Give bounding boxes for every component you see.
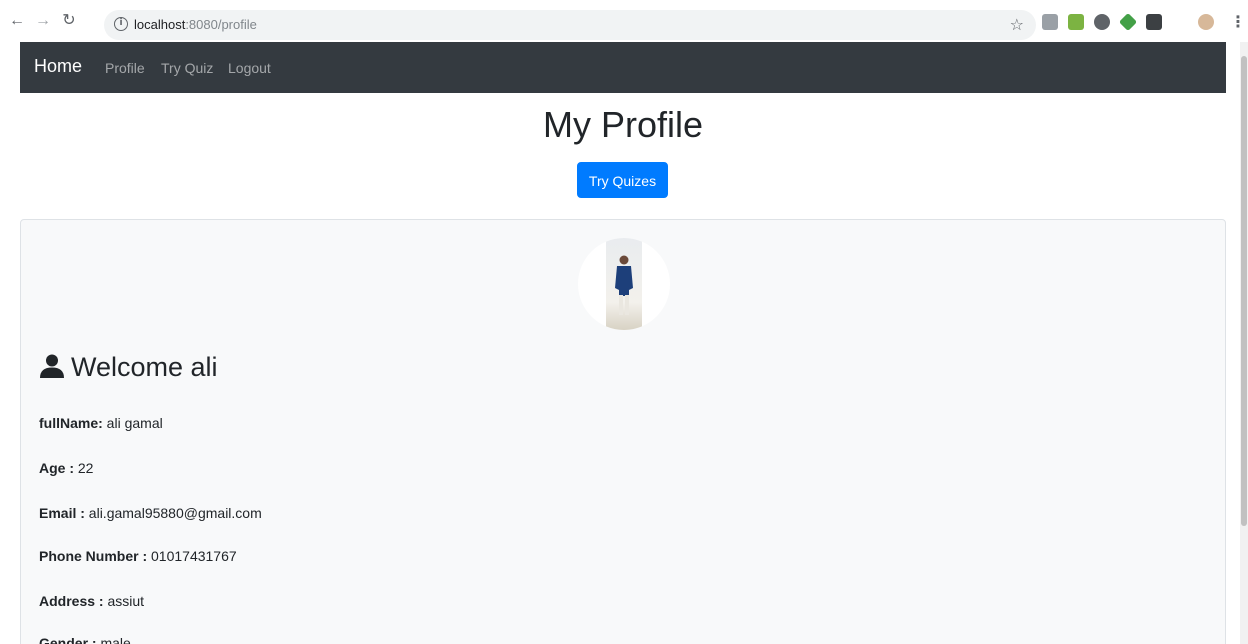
page-viewport: Home Profile Try Quiz Logout My Profile … [0,42,1240,644]
scrollbar-thumb[interactable] [1241,56,1247,526]
profile-photo [578,238,670,330]
try-quizes-button[interactable]: Try Quizes [577,162,668,198]
diamond-extension-icon[interactable] [1118,12,1138,32]
welcome-heading: Welcome ali [39,352,218,383]
reload-icon[interactable]: ↻ [60,12,78,30]
field-value: ali gamal [102,415,163,431]
welcome-text: Welcome ali [71,352,218,382]
field-fullname: fullName: ali gamal [39,415,163,431]
download-extension-icon[interactable] [1068,14,1084,30]
page-scrollbar[interactable] [1240,42,1248,644]
url-host: localhost [134,17,186,32]
field-label: Age : [39,460,74,476]
field-label: fullName: [39,415,103,431]
field-gender: Gender : male [39,635,131,644]
url-path: :8080/profile [185,17,257,32]
profile-card: Welcome ali fullName: ali gamal Age : 22… [20,219,1226,644]
nav-link-profile[interactable]: Profile [105,60,145,76]
info-icon[interactable]: i [114,17,128,31]
top-navbar: Home Profile Try Quiz Logout [20,42,1226,93]
robot-extension-icon[interactable] [1146,14,1162,30]
url-text: localhost:8080/profile [134,17,257,32]
page-title: My Profile [542,104,704,145]
browser-toolbar: ← → ↻ i localhost:8080/profile ☆ ⋮ [0,0,1248,42]
person-photo-figure [615,255,633,315]
field-address: Address : assiut [39,593,144,609]
field-label: Phone Number : [39,548,148,564]
address-bar[interactable]: i localhost:8080/profile ☆ [104,10,1036,40]
circle-extension-icon[interactable] [1094,14,1110,30]
back-arrow-icon[interactable]: ← [8,12,26,30]
profile-avatar-icon[interactable] [1198,14,1214,30]
nav-link-try-quiz[interactable]: Try Quiz [161,60,213,76]
field-email: Email : ali.gamal95880@gmail.com [39,505,262,521]
field-phone: Phone Number : 01017431767 [39,548,237,564]
nav-brand-home[interactable]: Home [34,56,82,77]
field-value: 22 [74,460,94,476]
field-label: Email : [39,505,85,521]
field-value: 01017431767 [147,548,237,564]
field-label: Address : [39,593,104,609]
user-icon [40,354,64,378]
field-value: male [96,635,131,644]
field-age: Age : 22 [39,460,93,476]
menu-kebab-icon[interactable]: ⋮ [1230,12,1246,32]
field-value: assiut [103,593,145,609]
bookmark-star-icon[interactable]: ☆ [1010,15,1024,35]
forward-arrow-icon[interactable]: → [34,12,52,30]
field-label: Gender : [39,635,97,644]
field-value: ali.gamal95880@gmail.com [84,505,262,521]
camera-extension-icon[interactable] [1042,14,1058,30]
nav-link-logout[interactable]: Logout [228,60,271,76]
